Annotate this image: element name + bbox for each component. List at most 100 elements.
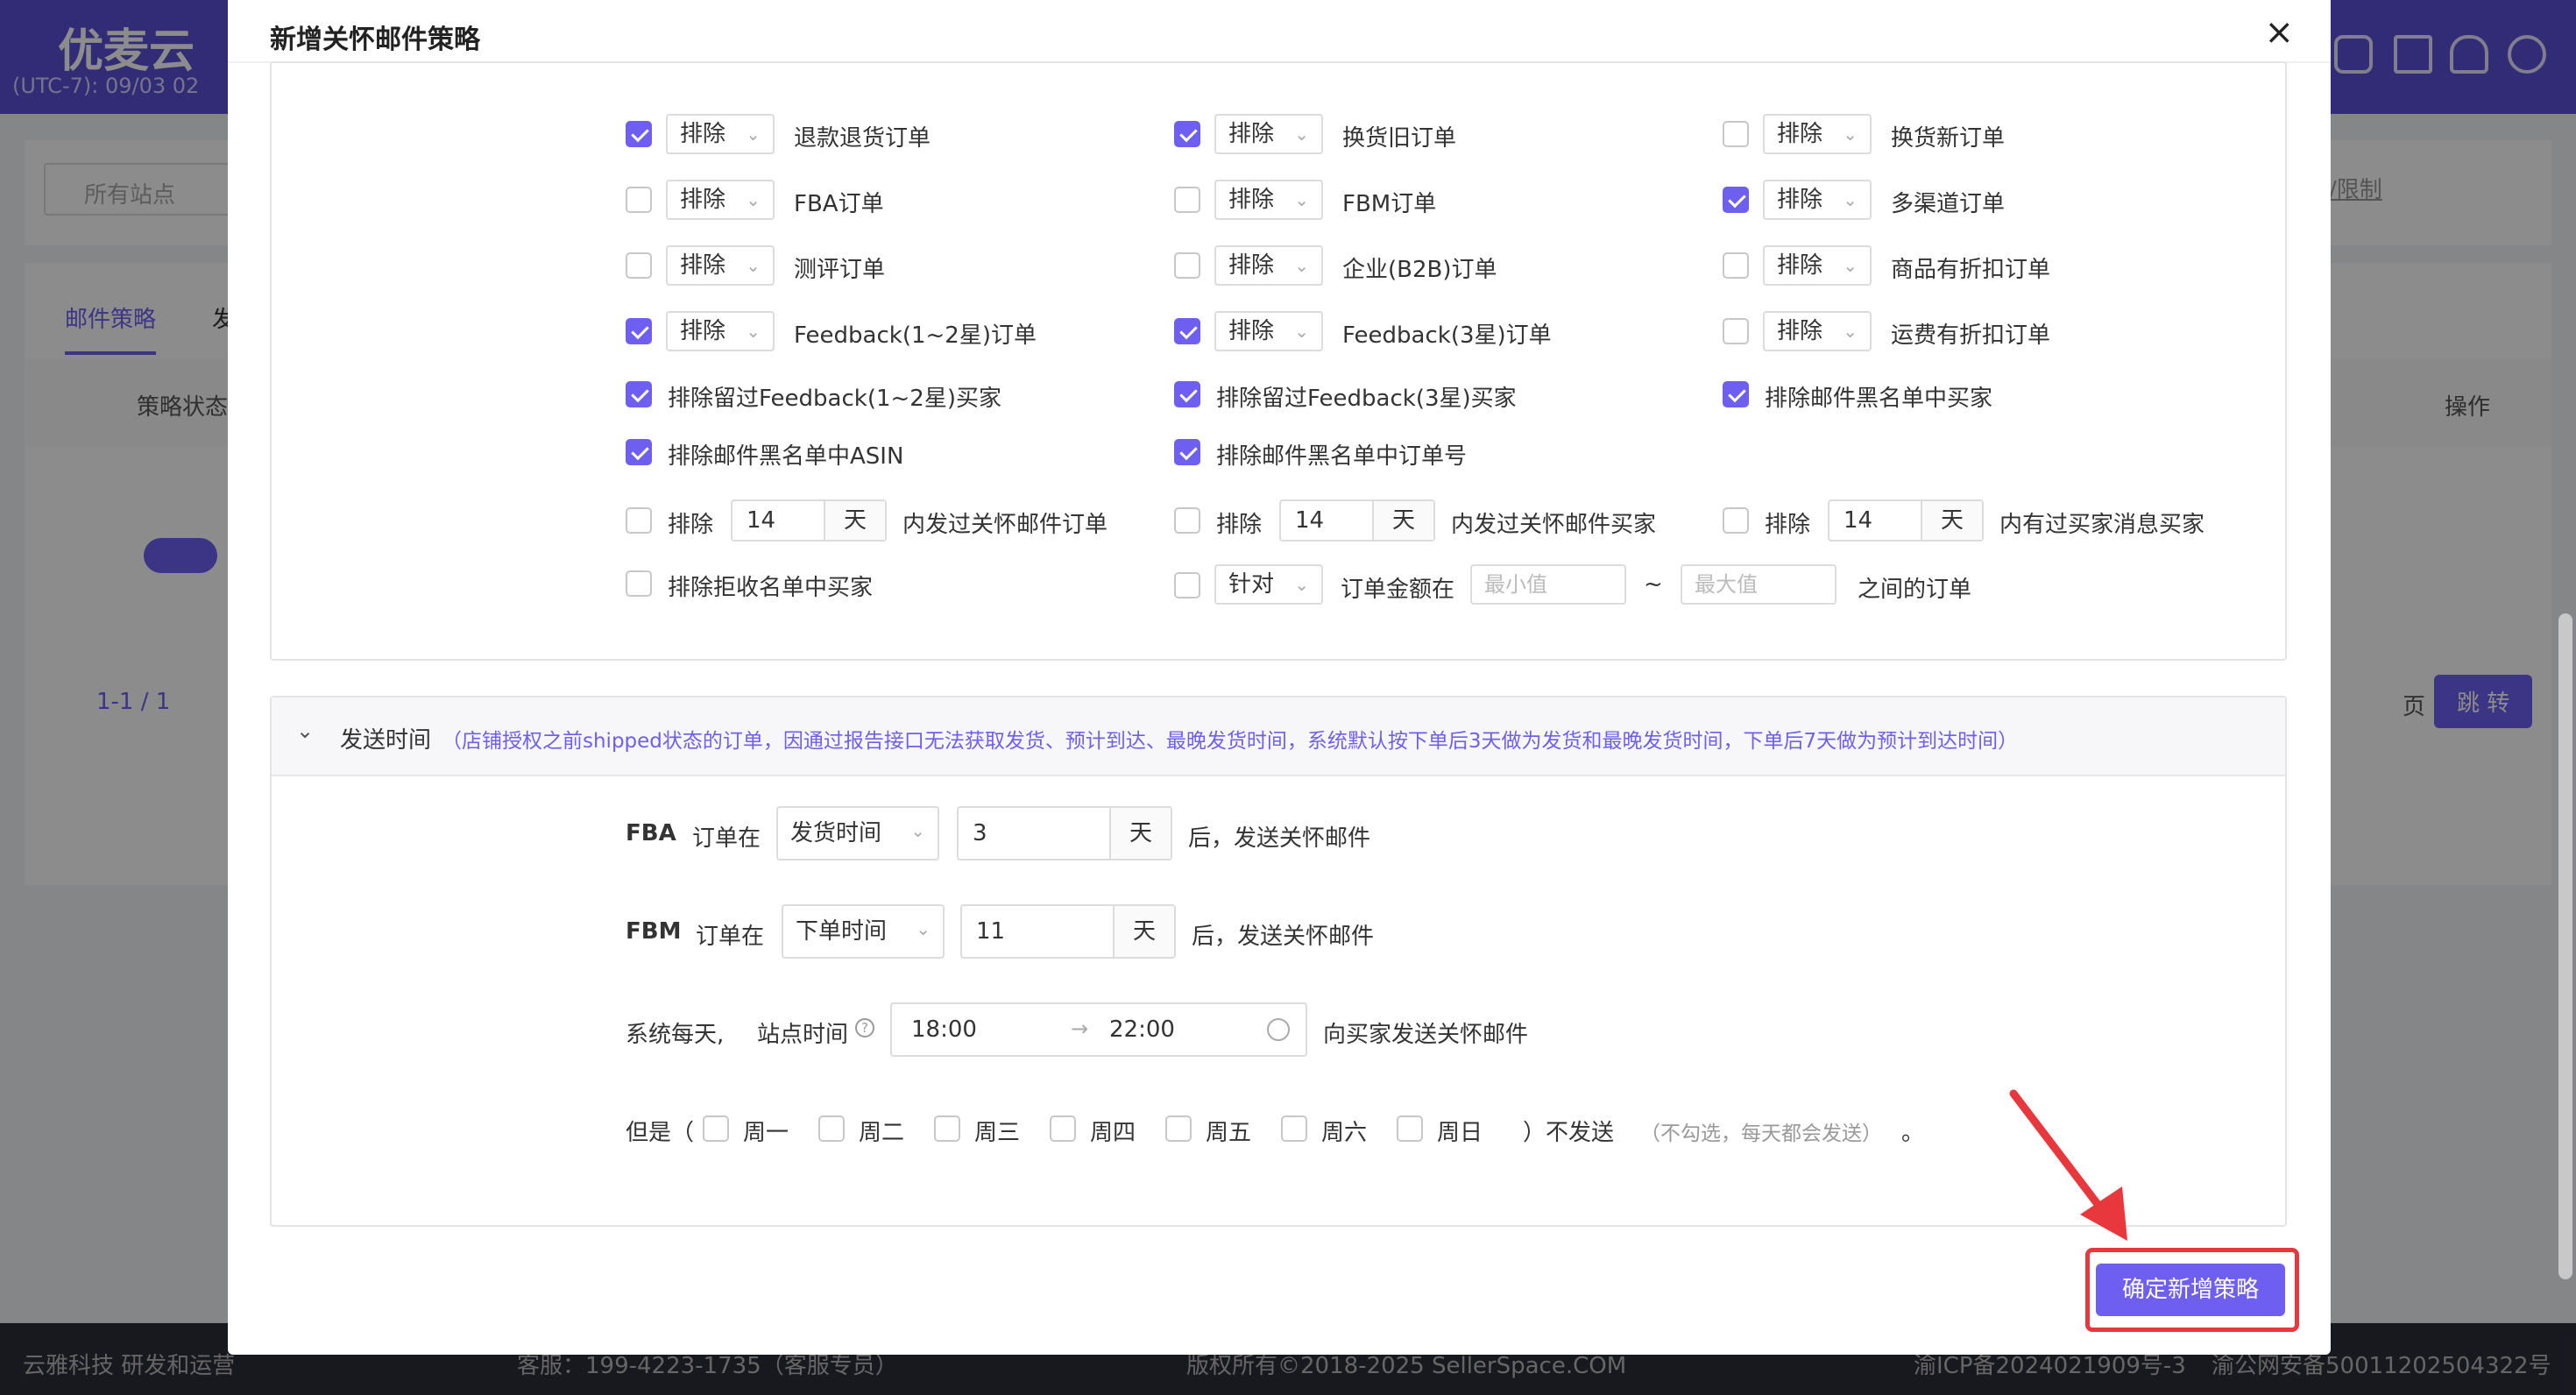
filter-checkbox[interactable] [1723, 252, 1749, 279]
send-time-panel: ⌄ 发送时间 （店铺授权之前shipped状态的订单，因通过报告接口无法获取发货… [270, 696, 2287, 1227]
filter-checkbox[interactable] [626, 252, 652, 279]
filter-checkbox[interactable] [1723, 121, 1749, 147]
end-time[interactable]: 22:00 [1109, 1016, 1175, 1043]
label-exclude-prefix: 排除 [1216, 512, 1263, 538]
checkbox-order-amount[interactable] [1174, 572, 1200, 598]
filter-mode-value: 排除 [1777, 187, 1823, 213]
checkbox-exclude-blacklist-order[interactable] [1174, 439, 1200, 465]
filter-checkbox[interactable] [1723, 187, 1749, 213]
checkbox-recent-care-buyer[interactable] [1174, 507, 1200, 534]
filter-mode-select[interactable]: 排除 ⌄ [666, 245, 775, 286]
filter-checkbox[interactable] [1174, 252, 1200, 279]
filter-mode-select[interactable]: 排除 ⌄ [1214, 245, 1323, 286]
filter-mode-select[interactable]: 排除 ⌄ [666, 180, 775, 220]
label-exclude-fb3-buyer: 排除留过Feedback(3星)买家 [1216, 386, 1517, 412]
chevron-down-icon[interactable]: ⌄ [296, 719, 314, 743]
days-value[interactable]: 14 [732, 501, 824, 540]
filter-mode-select[interactable]: 排除 ⌄ [1763, 245, 1872, 286]
fba-time-type-select[interactable]: 发货时间 ⌄ [776, 806, 939, 860]
days-value[interactable]: 14 [1281, 501, 1372, 540]
filter-mode-select[interactable]: 排除 ⌄ [666, 114, 775, 154]
filter-mode-select[interactable]: 排除 ⌄ [1763, 114, 1872, 154]
filter-label: 换货新订单 [1891, 125, 2006, 152]
filter-mode-select[interactable]: 排除 ⌄ [1214, 114, 1323, 154]
except-prefix: 但是（ [626, 1120, 695, 1146]
filter-mode-value: 排除 [1228, 121, 1275, 147]
filter-label: 多渠道订单 [1891, 191, 2006, 217]
days-input-care-buyer[interactable]: 14 天 [1279, 499, 1435, 542]
chevron-down-icon: ⌄ [1843, 189, 1858, 210]
checkbox-exclude-fb3-buyer[interactable] [1174, 381, 1200, 407]
filter-mode-value: 排除 [1777, 252, 1823, 279]
checkbox-exclude-fb12-buyer[interactable] [626, 381, 652, 407]
weekday-label: 周一 [743, 1120, 789, 1146]
days-input-care-order[interactable]: 14 天 [731, 499, 887, 542]
filter-label: 测评订单 [794, 257, 886, 283]
filter-mode-select[interactable]: 排除 ⌄ [1763, 180, 1872, 220]
filter-label: FBA订单 [794, 191, 884, 217]
filter-label: 运费有折扣订单 [1891, 322, 2051, 349]
filter-checkbox[interactable] [626, 318, 652, 344]
start-time[interactable]: 18:00 [911, 1016, 977, 1043]
filter-mode-value: 排除 [680, 252, 726, 279]
weekday-checkbox[interactable] [934, 1115, 960, 1142]
fba-days-value[interactable]: 3 [959, 808, 1109, 859]
fbm-time-type-select[interactable]: 下单时间 ⌄ [782, 904, 945, 959]
fba-suffix: 后，发送关怀邮件 [1188, 825, 1371, 852]
amount-tilde: ~ [1644, 571, 1663, 598]
filter-checkbox[interactable] [1723, 318, 1749, 344]
weekday-checkbox[interactable] [1050, 1115, 1076, 1142]
filter-mode-value: 排除 [1228, 318, 1275, 344]
days-value[interactable]: 14 [1829, 501, 1921, 540]
label-care-order-suffix: 内发过关怀邮件订单 [902, 512, 1108, 538]
max-amount-input[interactable]: 最大值 [1681, 564, 1836, 605]
filter-mode-value: 排除 [1777, 121, 1823, 147]
filter-checkbox[interactable] [626, 187, 652, 213]
days-unit: 天 [1372, 501, 1433, 540]
weekday-checkbox[interactable] [818, 1115, 845, 1142]
checkbox-reject-list[interactable] [626, 570, 652, 597]
filter-mode-select[interactable]: 排除 ⌄ [1214, 311, 1323, 351]
label-reject-list: 排除拒收名单中买家 [668, 575, 874, 601]
chevron-down-icon: ⌄ [1294, 255, 1309, 276]
weekday-label: 周日 [1437, 1120, 1483, 1146]
checkbox-exclude-blacklist-buyer[interactable] [1723, 381, 1749, 407]
filter-checkbox[interactable] [1174, 121, 1200, 147]
filter-label: 换货旧订单 [1342, 125, 1457, 152]
weekday-checkbox[interactable] [703, 1115, 729, 1142]
chevron-down-icon: ⌄ [746, 255, 761, 276]
filter-label: FBM订单 [1342, 191, 1437, 217]
days-input-message-buyer[interactable]: 14 天 [1828, 499, 1984, 542]
min-amount-input[interactable]: 最小值 [1470, 564, 1626, 605]
help-icon[interactable]: ? [855, 1018, 874, 1037]
chevron-down-icon: ⌄ [1294, 321, 1309, 342]
label-message-buyer-suffix: 内有过买家消息买家 [1999, 512, 2205, 538]
fba-label: FBA [626, 820, 676, 846]
filter-mode-select[interactable]: 排除 ⌄ [1214, 180, 1323, 220]
weekday-checkbox[interactable] [1165, 1115, 1192, 1142]
filter-checkbox[interactable] [626, 121, 652, 147]
filter-checkbox[interactable] [1174, 187, 1200, 213]
time-range-picker[interactable]: 18:00 → 22:00 [890, 1002, 1307, 1057]
filter-mode-select[interactable]: 排除 ⌄ [1763, 311, 1872, 351]
scrollbar[interactable] [2558, 613, 2572, 1279]
filter-mode-select[interactable]: 排除 ⌄ [666, 311, 775, 351]
fbm-days-input[interactable]: 11 天 [960, 904, 1176, 959]
chevron-down-icon: ⌄ [1294, 124, 1309, 145]
checkbox-recent-care-order[interactable] [626, 507, 652, 534]
close-icon[interactable]: × [2264, 12, 2294, 53]
weekday-checkbox[interactable] [1397, 1115, 1423, 1142]
daily-label: 系统每天, [626, 1022, 725, 1048]
filter-checkbox[interactable] [1174, 318, 1200, 344]
chevron-down-icon: ⌄ [910, 820, 925, 841]
filter-mode-value: 排除 [1228, 187, 1275, 213]
fbm-days-value[interactable]: 11 [962, 906, 1113, 957]
amount-mode-select[interactable]: 针对 ⌄ [1214, 564, 1323, 605]
chevron-down-icon: ⌄ [1843, 255, 1858, 276]
label-order-amount: 订单金额在 [1341, 577, 1455, 603]
checkbox-exclude-blacklist-asin[interactable] [626, 439, 652, 465]
weekday-checkbox[interactable] [1281, 1115, 1307, 1142]
send-time-header[interactable]: ⌄ 发送时间 （店铺授权之前shipped状态的订单，因通过报告接口无法获取发货… [272, 698, 2285, 776]
checkbox-recent-message-buyer[interactable] [1723, 507, 1749, 534]
fba-days-input[interactable]: 3天 [957, 806, 1172, 860]
